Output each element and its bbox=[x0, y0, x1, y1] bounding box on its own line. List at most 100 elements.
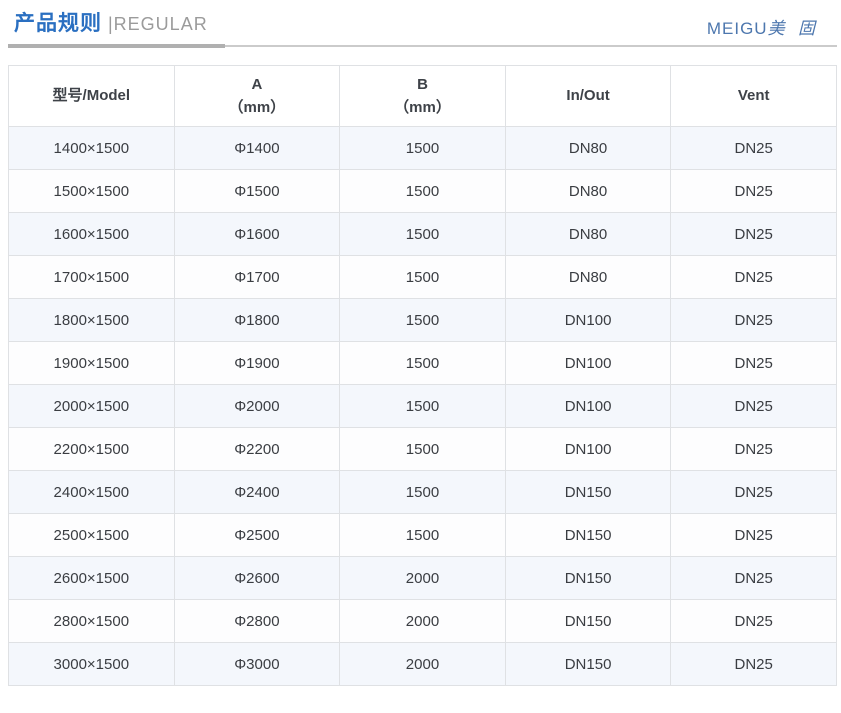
cell-in-out: DN80 bbox=[504, 212, 672, 256]
table-row: 1800×1500 Φ1800 1500 DN100 DN25 bbox=[8, 298, 837, 342]
table-row: 1700×1500 Φ1700 1500 DN80 DN25 bbox=[8, 255, 837, 299]
cell-a-mm: Φ2600 bbox=[173, 556, 341, 600]
product-spec-table: 型号/Model A （mm） B （mm） In/Out Vent 1400×1500 Φ1… bbox=[8, 65, 837, 686]
cell-a-mm: Φ2400 bbox=[173, 470, 341, 514]
table-row: 1400×1500 Φ1400 1500 DN80 DN25 bbox=[8, 126, 837, 170]
cell-in-out: DN100 bbox=[504, 341, 672, 385]
cell-model: 2600×1500 bbox=[8, 556, 175, 600]
cell-b-mm: 1500 bbox=[339, 169, 506, 213]
header-label: 型号/Model bbox=[52, 87, 131, 105]
cell-in-out: DN80 bbox=[504, 255, 672, 299]
header-label-unit: （mm） bbox=[228, 99, 286, 116]
cell-model: 1600×1500 bbox=[8, 212, 175, 256]
header-label: Vent bbox=[737, 87, 770, 105]
cell-a-mm: Φ2800 bbox=[173, 599, 341, 643]
page-header: 产品规则 |REGULAR MEIGU美 固 bbox=[0, 0, 841, 64]
section-title: 产品规则 |REGULAR bbox=[14, 7, 208, 37]
cell-a-mm: Φ3000 bbox=[173, 642, 341, 686]
table-row: 1500×1500 Φ1500 1500 DN80 DN25 bbox=[8, 169, 837, 213]
table-row: 1900×1500 Φ1900 1500 DN100 DN25 bbox=[8, 341, 837, 385]
cell-a-mm: Φ2500 bbox=[173, 513, 341, 557]
cell-vent: DN25 bbox=[670, 341, 837, 385]
cell-b-mm: 2000 bbox=[339, 599, 506, 643]
cell-b-mm: 1500 bbox=[339, 255, 506, 299]
cell-a-mm: Φ2200 bbox=[173, 427, 341, 471]
cell-vent: DN25 bbox=[670, 384, 837, 428]
cell-a-mm: Φ2000 bbox=[173, 384, 341, 428]
table-header-row: 型号/Model A （mm） B （mm） In/Out Vent bbox=[8, 65, 837, 127]
cell-model: 3000×1500 bbox=[8, 642, 175, 686]
cell-model: 2200×1500 bbox=[8, 427, 175, 471]
cell-model: 2400×1500 bbox=[8, 470, 175, 514]
cell-b-mm: 2000 bbox=[339, 642, 506, 686]
table-body: 1400×1500 Φ1400 1500 DN80 DN25 1500×1500 Φ1500… bbox=[8, 126, 837, 686]
header-cell-vent: Vent bbox=[670, 65, 837, 127]
cell-in-out: DN80 bbox=[504, 169, 672, 213]
product-spec-page: 产品规则 |REGULAR MEIGU美 固 型号/Model A （mm） B （mm）… bbox=[0, 0, 841, 713]
cell-model: 1700×1500 bbox=[8, 255, 175, 299]
cell-model: 1400×1500 bbox=[8, 126, 175, 170]
header-label: B bbox=[417, 75, 428, 93]
table-row: 3000×1500 Φ3000 2000 DN150 DN25 bbox=[8, 642, 837, 686]
section-title-en: |REGULAR bbox=[108, 14, 208, 34]
cell-b-mm: 1500 bbox=[339, 470, 506, 514]
cell-model: 2800×1500 bbox=[8, 599, 175, 643]
brand-logo-cn: 美 固 bbox=[767, 19, 819, 39]
brand-logo-latin: MEIGU bbox=[706, 19, 768, 38]
header-cell-in-out: In/Out bbox=[504, 65, 672, 127]
cell-vent: DN25 bbox=[670, 298, 837, 342]
cell-a-mm: Φ1400 bbox=[173, 126, 341, 170]
cell-vent: DN25 bbox=[670, 642, 837, 686]
cell-vent: DN25 bbox=[670, 169, 837, 213]
cell-a-mm: Φ1500 bbox=[173, 169, 341, 213]
table-row: 2000×1500 Φ2000 1500 DN100 DN25 bbox=[8, 384, 837, 428]
table-row: 2400×1500 Φ2400 1500 DN150 DN25 bbox=[8, 470, 837, 514]
cell-b-mm: 1500 bbox=[339, 513, 506, 557]
cell-a-mm: Φ1800 bbox=[173, 298, 341, 342]
cell-in-out: DN150 bbox=[504, 599, 672, 643]
header-label: A bbox=[251, 75, 263, 93]
cell-in-out: DN150 bbox=[504, 513, 672, 557]
brand-logo: MEIGU美 固 bbox=[707, 14, 819, 39]
table-row: 2500×1500 Φ2500 1500 DN150 DN25 bbox=[8, 513, 837, 557]
title-underline-dark bbox=[8, 44, 225, 48]
cell-b-mm: 1500 bbox=[339, 126, 506, 170]
section-title-cn: 产品规则 bbox=[14, 12, 102, 35]
cell-in-out: DN100 bbox=[504, 427, 672, 471]
cell-vent: DN25 bbox=[670, 126, 837, 170]
table-row: 2200×1500 Φ2200 1500 DN100 DN25 bbox=[8, 427, 837, 471]
cell-vent: DN25 bbox=[670, 556, 837, 600]
cell-vent: DN25 bbox=[670, 470, 837, 514]
cell-model: 1800×1500 bbox=[8, 298, 175, 342]
cell-a-mm: Φ1700 bbox=[173, 255, 341, 299]
cell-model: 2000×1500 bbox=[8, 384, 175, 428]
cell-model: 2500×1500 bbox=[8, 513, 175, 557]
cell-model: 1900×1500 bbox=[8, 341, 175, 385]
header-label: In/Out bbox=[566, 87, 610, 105]
cell-in-out: DN150 bbox=[504, 642, 672, 686]
header-cell-a-mm: A （mm） bbox=[173, 65, 341, 127]
cell-a-mm: Φ1600 bbox=[173, 212, 341, 256]
cell-vent: DN25 bbox=[670, 427, 837, 471]
cell-vent: DN25 bbox=[670, 599, 837, 643]
cell-in-out: DN150 bbox=[504, 470, 672, 514]
cell-b-mm: 1500 bbox=[339, 212, 506, 256]
cell-model: 1500×1500 bbox=[8, 169, 175, 213]
cell-in-out: DN100 bbox=[504, 298, 672, 342]
table-row: 1600×1500 Φ1600 1500 DN80 DN25 bbox=[8, 212, 837, 256]
cell-vent: DN25 bbox=[670, 513, 837, 557]
cell-b-mm: 2000 bbox=[339, 556, 506, 600]
table-header: 型号/Model A （mm） B （mm） In/Out Vent bbox=[8, 65, 837, 127]
cell-a-mm: Φ1900 bbox=[173, 341, 341, 385]
cell-b-mm: 1500 bbox=[339, 427, 506, 471]
cell-b-mm: 1500 bbox=[339, 341, 506, 385]
header-cell-model: 型号/Model bbox=[8, 65, 175, 127]
header-label-unit: （mm） bbox=[394, 99, 451, 116]
cell-b-mm: 1500 bbox=[339, 298, 506, 342]
cell-b-mm: 1500 bbox=[339, 384, 506, 428]
header-cell-b-mm: B （mm） bbox=[339, 65, 506, 127]
table-row: 2600×1500 Φ2600 2000 DN150 DN25 bbox=[8, 556, 837, 600]
cell-in-out: DN80 bbox=[504, 126, 672, 170]
table-row: 2800×1500 Φ2800 2000 DN150 DN25 bbox=[8, 599, 837, 643]
cell-vent: DN25 bbox=[670, 255, 837, 299]
